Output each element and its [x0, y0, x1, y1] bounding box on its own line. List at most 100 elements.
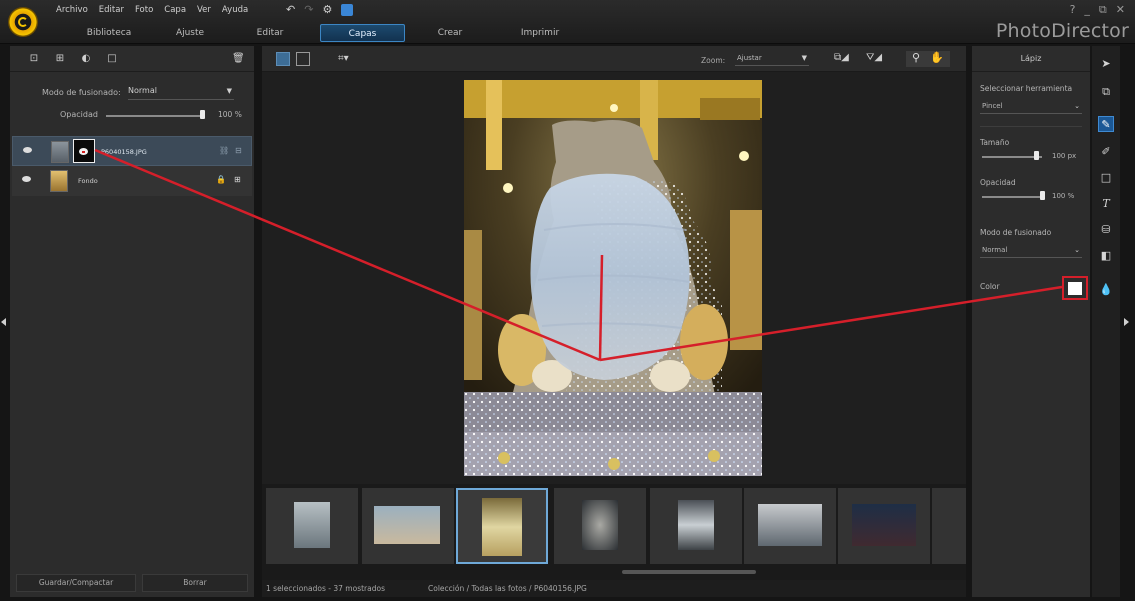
select-tool-label: Seleccionar herramienta [980, 84, 1073, 93]
size-slider-handle[interactable] [1034, 151, 1039, 160]
visibility-eye-icon[interactable] [22, 176, 31, 182]
menu-editar[interactable]: Editar [99, 5, 124, 15]
tab-biblioteca[interactable]: Biblioteca [72, 24, 146, 42]
hand-icon[interactable]: ✋ [930, 51, 944, 64]
zoom-select[interactable]: Ajustar ▼ [735, 54, 809, 66]
brush-blend-value: Normal [982, 246, 1008, 254]
blend-mode-value: Normal [128, 86, 157, 95]
tab-imprimir[interactable]: Imprimir [510, 24, 570, 42]
brush-opacity-slider[interactable] [982, 196, 1042, 198]
eraser-icon[interactable]: ✐ [1098, 144, 1114, 160]
size-slider[interactable] [982, 156, 1042, 158]
minimize-icon[interactable]: _ [1084, 3, 1090, 17]
link-icon[interactable]: ⛓ [219, 146, 229, 155]
opacity-slider[interactable] [106, 115, 202, 117]
grid-icon[interactable]: ⌗▾ [338, 53, 349, 64]
text-icon[interactable]: T [1098, 196, 1114, 212]
tab-crear[interactable]: Crear [430, 24, 470, 42]
brush-settings-panel: Lápiz Seleccionar herramienta Pincel ⌄ T… [972, 46, 1090, 597]
lock-icon[interactable]: 🔒 [216, 175, 226, 184]
brush-opacity-value: 100 % [1052, 192, 1075, 200]
brush-blend-select[interactable]: Normal ⌄ [980, 244, 1082, 258]
blur-icon[interactable]: 💧 [1098, 282, 1114, 298]
menu-ayuda[interactable]: Ayuda [222, 5, 248, 15]
visibility-eye-icon[interactable] [23, 147, 32, 153]
chevron-down-icon: ⌄ [1074, 246, 1080, 254]
help-icon[interactable]: ? [1070, 3, 1076, 17]
adjustment-layer-icon[interactable]: ◐ [80, 53, 92, 65]
blend-mode-select[interactable]: Normal ▼ [128, 86, 234, 100]
lock-icon[interactable]: ⊟ [235, 146, 242, 155]
thumbnail[interactable] [554, 488, 646, 564]
settings-icon[interactable]: ⚙ [322, 3, 332, 16]
color-label: Color [980, 282, 1000, 291]
layer-thumbnail [51, 141, 69, 163]
chevron-down-icon: ▼ [226, 87, 232, 95]
menu-foto[interactable]: Foto [135, 5, 153, 15]
fill-bucket-icon[interactable]: ⛁ [1098, 222, 1114, 238]
trash-icon[interactable]: 🗑 [232, 53, 245, 65]
opacity-slider-handle[interactable] [200, 110, 205, 119]
edited-photo[interactable] [464, 80, 762, 476]
cursor-icon[interactable]: ➤ [1098, 56, 1114, 72]
thumbnail[interactable] [838, 488, 930, 564]
lock-transparency-icon[interactable]: ⊞ [234, 175, 241, 184]
canvas-area[interactable] [262, 72, 966, 484]
restore-icon[interactable]: ⧉ [1099, 3, 1107, 17]
update-icon[interactable] [341, 3, 354, 16]
zoom-icon[interactable]: ⚲ [912, 51, 920, 64]
redo-icon[interactable]: ↷ [304, 3, 313, 16]
thumbnail[interactable] [932, 488, 966, 564]
menu-bar: Archivo Editar Foto Capa Ver Ayuda [56, 5, 248, 15]
chevron-down-icon: ⌄ [1074, 102, 1080, 110]
close-icon[interactable]: ✕ [1116, 3, 1125, 17]
size-value: 100 px [1052, 152, 1077, 160]
rectangle-icon[interactable]: □ [1098, 170, 1114, 186]
tab-editar[interactable]: Editar [250, 24, 290, 42]
menu-capa[interactable]: Capa [164, 5, 186, 15]
undo-icon[interactable]: ↶ [286, 3, 295, 16]
color-swatch[interactable] [1068, 282, 1082, 295]
add-layer-menu-icon[interactable]: ⊞ [54, 53, 66, 65]
layer-name: Fondo [78, 177, 98, 185]
gradient-icon[interactable]: ◧ [1098, 248, 1114, 264]
menu-ver[interactable]: Ver [197, 5, 211, 15]
layer-row-background[interactable]: Fondo 🔒 ⊞ [12, 166, 252, 196]
tool-select[interactable]: Pincel ⌄ [980, 100, 1082, 114]
tab-ajuste[interactable]: Ajuste [160, 24, 220, 42]
tab-capas[interactable]: Capas [320, 24, 405, 42]
filmstrip-scrollbar[interactable] [622, 570, 756, 574]
canvas-toolbar: ⌗▾ Zoom: Ajustar ▼ ⧉◢ ⛛◢ ⚲ ✋ [262, 46, 966, 72]
thumbnail[interactable] [744, 488, 836, 564]
layer-row-photo[interactable]: P6040158.JPG ⛓ ⊟ [12, 136, 252, 166]
opacity-label: Opacidad [60, 110, 98, 119]
brand-name: PhotoDirector [995, 20, 1129, 42]
flip-icon[interactable]: ⛛◢ [866, 52, 882, 63]
rotate-icon[interactable]: ⧉◢ [834, 52, 849, 63]
thumbnail[interactable] [362, 488, 454, 564]
layer-mask-thumbnail[interactable] [73, 139, 95, 163]
new-layer-icon[interactable]: ⊡ [28, 53, 40, 65]
tool-value: Pincel [982, 102, 1003, 110]
thumbnail[interactable] [266, 488, 358, 564]
brush-opacity-label: Opacidad [980, 178, 1016, 187]
collapse-right-panel-icon[interactable] [1124, 318, 1129, 326]
compare-view-icon[interactable] [296, 52, 310, 66]
mask-icon[interactable]: □ [106, 53, 118, 65]
save-compact-button[interactable]: Guardar/Compactar [16, 574, 136, 592]
thumbnail[interactable] [650, 488, 742, 564]
brush-blend-label: Modo de fusionado [980, 228, 1052, 237]
delete-button[interactable]: Borrar [142, 574, 248, 592]
menu-archivo[interactable]: Archivo [56, 5, 88, 15]
collapse-left-panel-icon[interactable] [1, 318, 6, 326]
filmstrip[interactable] [262, 484, 966, 580]
thumbnail-selected[interactable] [456, 488, 548, 564]
window-controls: ? _ ⧉ ✕ [1070, 3, 1125, 17]
clone-icon[interactable]: ⧉ [1098, 84, 1114, 100]
layer-name: P6040158.JPG [101, 148, 147, 156]
single-view-icon[interactable] [276, 52, 290, 66]
brush-icon[interactable]: ✎ [1098, 116, 1114, 132]
layers-panel: ⊡ ⊞ ◐ □ 🗑 Modo de fusionado: Normal ▼ Op… [10, 46, 254, 597]
size-label: Tamaño [980, 138, 1010, 147]
brush-opacity-slider-handle[interactable] [1040, 191, 1045, 200]
